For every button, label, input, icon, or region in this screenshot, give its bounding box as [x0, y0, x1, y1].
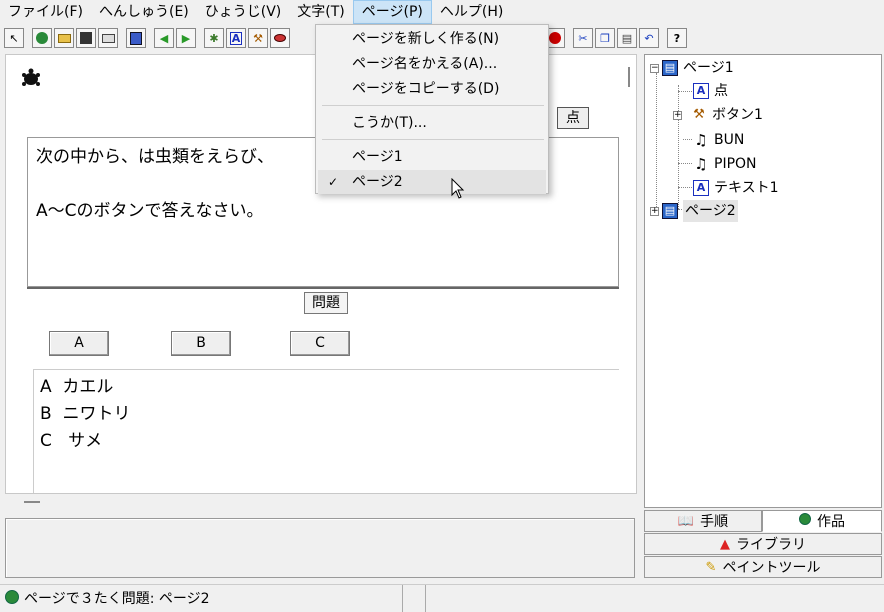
status-text: ページで３たく問題: ページ2	[24, 591, 210, 607]
cut-icon[interactable]: ✂	[573, 28, 593, 48]
collapse-icon[interactable]: −	[650, 63, 659, 73]
turtle-icon[interactable]	[20, 67, 42, 94]
page-icon: ▤	[662, 203, 678, 219]
button-tool-icon[interactable]: ⚒	[248, 28, 268, 48]
menubar: ファイル(F) へんしゅう(E) ひょうじ(V) 文字(T) ページ(P) ヘル…	[0, 0, 884, 24]
menu-page2[interactable]: ✓ ページ2	[318, 170, 546, 194]
copy-icon[interactable]: ❐	[595, 28, 615, 48]
answer-button-a[interactable]: A	[49, 331, 109, 356]
choice-b: B ニワトリ	[40, 404, 131, 424]
tree-item-bun[interactable]: ♫ BUN	[693, 129, 744, 151]
answer-button-b[interactable]: B	[171, 331, 231, 356]
button-object-icon: ⚒	[693, 107, 705, 122]
tree-label-page1: ページ1	[683, 60, 734, 76]
tab-works-label: 作品	[817, 514, 845, 530]
mouse-cursor-icon	[451, 177, 467, 200]
menu-page1[interactable]: ページ1	[318, 145, 546, 169]
page-list-icon[interactable]	[126, 28, 146, 48]
new-work-icon[interactable]	[32, 28, 52, 48]
check-icon: ✓	[328, 175, 339, 189]
tree-label-score: 点	[714, 83, 728, 99]
tree-label-pipon: PIPON	[714, 156, 757, 172]
small-dash-object[interactable]	[24, 501, 40, 503]
question-line-3: A〜Cのボタンで答えなさい。	[36, 201, 264, 221]
help-icon[interactable]: ?	[667, 28, 687, 48]
tree-label-bun: BUN	[714, 132, 745, 148]
tree-item-button1[interactable]: + ⚒ ボタン1	[673, 104, 763, 126]
paste-icon[interactable]: ▤	[617, 28, 637, 48]
page-menu-dropdown: ページを新しく作る(N) ページ名をかえる(A)... ページをコピーする(D)…	[315, 24, 549, 194]
sound-object-icon: ♫	[694, 155, 708, 173]
menu-copy-page[interactable]: ページをコピーする(D)	[318, 77, 546, 101]
tab-library-label: ライブラリ	[736, 537, 806, 553]
tree-item-text1[interactable]: A テキスト1	[693, 177, 779, 199]
menu-text[interactable]: 文字(T)	[289, 0, 352, 24]
menu-rename-page[interactable]: ページ名をかえる(A)...	[318, 52, 546, 76]
expand-icon[interactable]: +	[673, 110, 682, 120]
page-icon: ▤	[662, 60, 678, 76]
work-status-icon	[5, 590, 19, 604]
sound-tool-icon[interactable]	[270, 28, 290, 48]
tab-paint[interactable]: ✎ ペイントツール	[644, 556, 882, 578]
pointer-icon[interactable]: ↖	[4, 28, 24, 48]
menu-edit[interactable]: へんしゅう(E)	[91, 0, 197, 24]
brush-icon: ✎	[705, 559, 717, 575]
mondai-button[interactable]: 問題	[304, 292, 348, 314]
tab-paint-label: ペイントツール	[722, 560, 821, 576]
object-tree: − ▤ ページ1 A 点 + ⚒ ボタン1 ♫ BUN ♫ PIPON A テキ…	[644, 54, 882, 508]
tree-item-page2[interactable]: + ▤ ページ2	[650, 200, 738, 222]
menu-effect[interactable]: こうか(T)...	[318, 111, 546, 135]
next-page-icon[interactable]: ▶	[176, 28, 196, 48]
menu-separator	[322, 105, 544, 106]
tab-library[interactable]: ▲ ライブラリ	[644, 533, 882, 555]
menu-help[interactable]: ヘルプ(H)	[432, 0, 511, 24]
score-button[interactable]: 点	[557, 107, 589, 129]
tree-label-page2: ページ2	[683, 200, 738, 222]
tree-label-button1: ボタン1	[712, 107, 763, 123]
menu-page2-label: ページ2	[352, 174, 403, 190]
choice-c: C サメ	[40, 431, 103, 451]
menu-view[interactable]: ひょうじ(V)	[197, 0, 290, 24]
shapes-icon: ▲	[720, 536, 730, 552]
tree-item-score[interactable]: A 点	[693, 80, 728, 102]
tab-works[interactable]: 作品	[762, 510, 882, 532]
text-tool-icon[interactable]: A	[226, 28, 246, 48]
tree-item-pipon[interactable]: ♫ PIPON	[693, 153, 757, 175]
answer-button-c[interactable]: C	[290, 331, 350, 356]
divider	[27, 287, 619, 289]
menu-page[interactable]: ページ(P)	[352, 0, 432, 24]
turtle-icon[interactable]: ✱	[204, 28, 224, 48]
undo-icon[interactable]: ↶	[639, 28, 659, 48]
choice-a: A カエル	[40, 377, 114, 397]
tab-steps[interactable]: 📖 手順	[644, 510, 762, 532]
print-icon[interactable]	[98, 28, 118, 48]
tree-label-text1: テキスト1	[714, 180, 779, 196]
vertical-scrollbar[interactable]	[624, 59, 636, 489]
menu-file[interactable]: ファイル(F)	[0, 0, 91, 24]
status-pane	[402, 585, 426, 612]
open-folder-icon[interactable]	[54, 28, 74, 48]
expand-icon[interactable]: +	[650, 206, 659, 216]
save-icon[interactable]	[76, 28, 96, 48]
menu-new-page[interactable]: ページを新しく作る(N)	[318, 27, 546, 51]
text-object-icon: A	[693, 180, 709, 196]
menu-separator	[322, 139, 544, 140]
sound-object-icon: ♫	[694, 131, 708, 149]
tab-steps-label: 手順	[700, 514, 729, 530]
text-object-icon: A	[693, 83, 709, 99]
status-bar: ページで３たく問題: ページ2	[0, 584, 884, 612]
tree-item-page1[interactable]: − ▤ ページ1	[650, 57, 734, 79]
prev-page-icon[interactable]: ◀	[154, 28, 174, 48]
book-icon: 📖	[677, 513, 695, 529]
message-area	[5, 518, 635, 578]
work-icon	[799, 513, 811, 529]
choices-text[interactable]: A カエル B ニワトリ C サメ	[33, 369, 619, 493]
